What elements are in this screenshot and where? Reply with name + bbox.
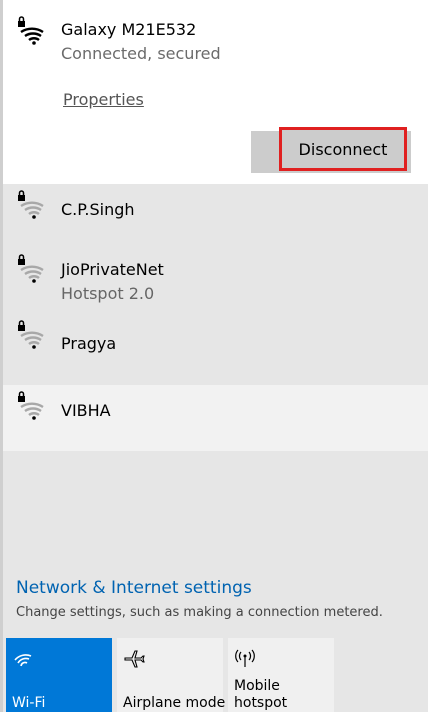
network-item-pragya[interactable]: Pragya: [3, 316, 428, 380]
network-settings-description: Change settings, such as making a connec…: [16, 605, 383, 620]
network-item-vibha[interactable]: VIBHA: [3, 385, 428, 451]
airplane-mode-tile[interactable]: Airplane mode: [117, 638, 226, 712]
properties-link[interactable]: Properties: [63, 90, 144, 109]
wifi-secured-icon: [18, 190, 44, 219]
network-name: C.P.Singh: [61, 200, 135, 219]
network-item-jioprivatenet[interactable]: JioPrivateNet Hotspot 2.0: [3, 248, 428, 312]
network-subtitle: Hotspot 2.0: [61, 284, 155, 303]
wifi-icon: [14, 654, 32, 667]
mobile-hotspot-tile[interactable]: Mobile hotspot: [228, 638, 334, 712]
connected-network-card[interactable]: Galaxy M21E532 Connected, secured Proper…: [3, 0, 428, 184]
wifi-secured-icon: [18, 320, 44, 349]
network-settings-link[interactable]: Network & Internet settings: [16, 578, 252, 598]
tile-label: Wi-Fi: [12, 695, 46, 711]
connected-network-name: Galaxy M21E532: [61, 20, 197, 39]
connected-network-status: Connected, secured: [61, 44, 221, 63]
network-name: VIBHA: [61, 401, 111, 420]
wifi-secured-icon: [18, 254, 44, 283]
tile-label: Mobile hotspot: [234, 678, 288, 711]
tile-label: Airplane mode: [123, 695, 226, 711]
disconnect-button[interactable]: Disconnect: [279, 127, 407, 171]
wifi-flyout: Galaxy M21E532 Connected, secured Proper…: [0, 0, 428, 712]
wifi-toggle-tile[interactable]: Wi-Fi: [6, 638, 112, 712]
network-item-cpsingh[interactable]: C.P.Singh: [3, 184, 428, 248]
network-name: JioPrivateNet: [61, 260, 164, 279]
airplane-icon: [124, 650, 145, 668]
network-name: Pragya: [61, 334, 117, 353]
wifi-secured-icon: [18, 16, 44, 45]
hotspot-icon: [235, 649, 255, 667]
wifi-secured-icon: [18, 391, 44, 420]
